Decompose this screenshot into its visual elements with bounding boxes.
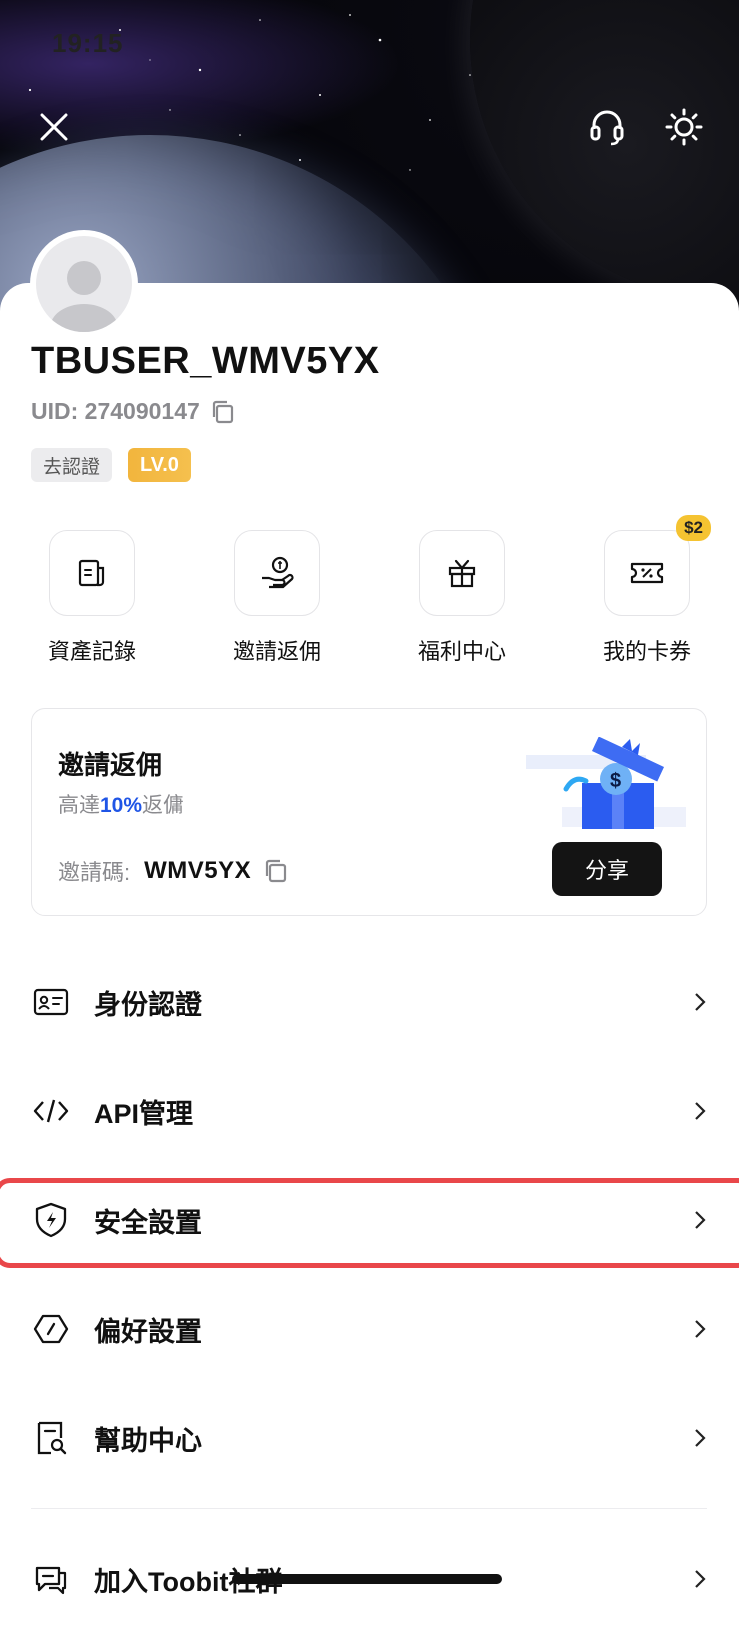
invite-card-subtitle: 高達10%返傭: [58, 789, 184, 819]
chevron-right-icon: [690, 1317, 710, 1341]
quick-action-icon-box: [49, 530, 135, 616]
quick-action-label: 我的卡券: [602, 639, 691, 664]
asset-record-icon: [78, 559, 105, 587]
home-indicator[interactable]: [232, 1574, 502, 1584]
coupon-count-badge: $2: [676, 515, 711, 541]
invite-subtitle-suffix: 返傭: [142, 794, 185, 817]
menu-icon-wrap: [31, 1091, 71, 1131]
quick-action-my-coupons[interactable]: $2 我的卡券: [577, 515, 717, 666]
invite-code-label: 邀請碼:: [58, 860, 131, 885]
menu-divider: [31, 1508, 707, 1509]
invite-code-row: 邀請碼: WMV5YX: [58, 855, 289, 887]
help-doc-icon: [37, 1421, 67, 1455]
menu-item-label: 幫助中心: [94, 1425, 202, 1456]
id-card-icon: [33, 988, 69, 1016]
customer-support-button[interactable]: [585, 105, 629, 149]
uid-text: UID: 274090147: [31, 398, 200, 424]
menu-item-label: API管理: [94, 1098, 194, 1129]
menu-icon-wrap: [31, 1200, 71, 1240]
chevron-right-icon: [690, 1099, 710, 1123]
shield-icon: [35, 1202, 67, 1238]
sun-icon: [665, 108, 703, 146]
menu-item-label: 安全設置: [94, 1207, 202, 1238]
level-badge: LV.0: [128, 448, 191, 482]
quick-action-asset-record[interactable]: 資產記錄: [22, 530, 162, 666]
code-icon: [33, 1099, 69, 1123]
chevron-right-icon: [690, 990, 710, 1014]
coupon-icon: [630, 562, 664, 584]
default-avatar-icon: [50, 261, 118, 332]
invite-code: WMV5YX: [144, 857, 252, 884]
menu-icon-wrap: [31, 1309, 71, 1349]
share-button[interactable]: 分享: [552, 842, 662, 896]
gift-box-illustration: $: [526, 737, 686, 829]
verify-badge[interactable]: 去認證: [31, 448, 113, 482]
preferences-icon: [33, 1314, 69, 1344]
menu-item-api-management[interactable]: API管理: [0, 1057, 739, 1165]
status-bar-time: 19:15: [52, 28, 124, 58]
badge-row: 去認證 LV.0: [31, 448, 191, 482]
menu-item-preferences[interactable]: 偏好設置: [0, 1275, 739, 1383]
menu-item-label: 偏好設置: [94, 1316, 202, 1347]
copy-icon[interactable]: [210, 399, 236, 425]
invite-rate: 10%: [100, 794, 143, 817]
menu-icon-wrap: [31, 982, 71, 1022]
avatar[interactable]: [32, 232, 136, 336]
close-icon: [40, 113, 68, 141]
chevron-right-icon: [690, 1426, 710, 1450]
headset-icon: [590, 110, 624, 146]
quick-action-invite-rebate[interactable]: 邀請返佣: [207, 530, 347, 666]
quick-action-icon-box: [234, 530, 320, 616]
menu-item-identity-verification[interactable]: 身份認證: [0, 948, 739, 1056]
chevron-right-icon: [690, 1208, 710, 1232]
menu-item-help-center[interactable]: 幫助中心: [0, 1384, 739, 1492]
quick-action-label: 資產記錄: [47, 639, 136, 664]
menu-item-security-settings[interactable]: 安全設置: [0, 1166, 739, 1274]
menu-icon-wrap: [31, 1559, 71, 1599]
invite-subtitle-prefix: 高達: [58, 794, 100, 817]
gift-icon: [448, 559, 476, 588]
menu-item-label: 身份認證: [94, 989, 202, 1020]
quick-action-welfare-center[interactable]: 福利中心: [392, 530, 532, 666]
uid-row: UID: 274090147: [31, 398, 236, 425]
quick-action-label: 福利中心: [417, 639, 506, 664]
theme-toggle-button[interactable]: [662, 105, 706, 149]
copy-icon[interactable]: [263, 858, 289, 884]
menu-icon-wrap: [31, 1418, 71, 1458]
community-chat-icon: [35, 1566, 67, 1595]
chevron-right-icon: [690, 1567, 710, 1591]
quick-action-label: 邀請返佣: [232, 639, 321, 664]
quick-action-icon-box: [419, 530, 505, 616]
quick-action-icon-box: $2: [604, 515, 711, 616]
invite-card-title: 邀請返佣: [58, 750, 163, 780]
invite-card[interactable]: 邀請返佣 高達10%返傭 邀請碼: WMV5YX $ 分享: [31, 708, 707, 916]
username: TBUSER_WMV5YX: [31, 340, 380, 382]
close-button[interactable]: [32, 105, 76, 149]
svg-text:$: $: [610, 770, 621, 792]
invite-rebate-icon: [262, 556, 294, 589]
